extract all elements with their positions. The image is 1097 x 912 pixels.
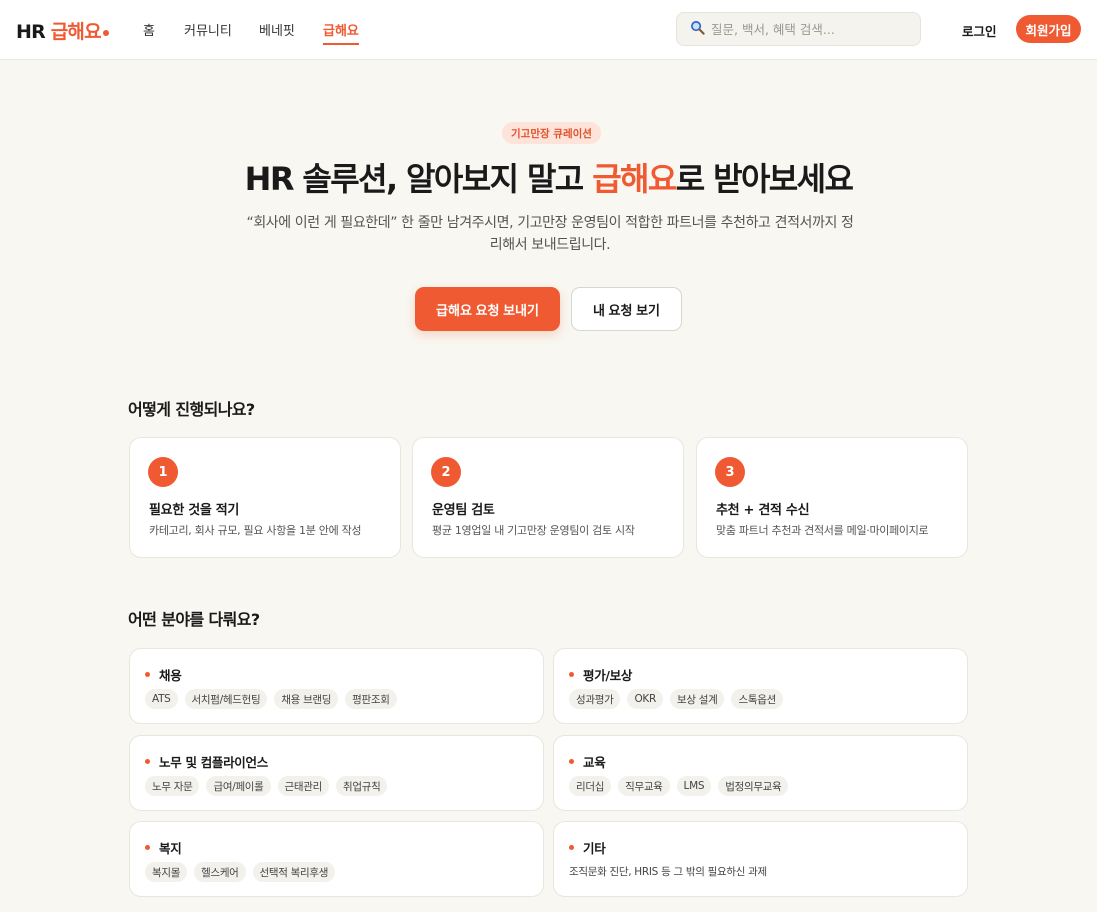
logo-prefix: HR: [16, 21, 51, 43]
bullet-dot-icon: [145, 845, 150, 850]
area-card-recruiting[interactable]: 채용 ATS 서치펌/헤드헌팅 채용 브랜딩 평판조회: [129, 648, 544, 724]
nav-urgent[interactable]: 급해요: [323, 20, 359, 45]
hero-description: “회사에 이런 게 필요한데” 한 줄만 남겨주시면, 기고만장 운영팀이 적합…: [246, 215, 854, 253]
logo-dot-icon: [102, 30, 109, 36]
step-card: 1 필요한 것을 적기 카테고리, 회사 규모, 필요 사항을 1분 안에 작성: [129, 437, 401, 558]
area-title: 평가/보상: [583, 668, 633, 683]
bullet-dot-icon: [569, 672, 574, 677]
area-tag[interactable]: 노무 자문: [145, 776, 200, 796]
step-description: 평균 1영업일 내 기고만장 운영팀이 검토 시작: [432, 524, 635, 537]
step-card: 3 추천 + 견적 수신 맞춤 파트너 추천과 견적서를 메일·마이페이지로: [696, 437, 968, 558]
area-tag[interactable]: 직무교육: [618, 776, 670, 796]
area-tags: 노무 자문 급여/페이롤 근태관리 취업규칙: [145, 776, 388, 796]
area-card-education[interactable]: 교육 리더십 직무교육 LMS 법정의무교육: [553, 735, 968, 811]
area-tag[interactable]: 취업규칙: [335, 776, 388, 796]
area-tag[interactable]: LMS: [676, 776, 712, 796]
step-card: 2 운영팀 검토 평균 1영업일 내 기고만장 운영팀이 검토 시작: [412, 437, 684, 558]
area-title: 교육: [583, 755, 606, 770]
nav-benefit[interactable]: 베네핏: [259, 20, 295, 39]
area-header: 기타: [569, 838, 606, 857]
area-card-labor[interactable]: 노무 및 컴플라이언스 노무 자문 급여/페이롤 근태관리 취업규칙: [129, 735, 544, 811]
curation-badge: 기고만장 큐레이션: [502, 122, 601, 144]
step-title: 추천 + 견적 수신: [716, 503, 810, 518]
area-tags: ATS 서치펌/헤드헌팅 채용 브랜딩 평판조회: [145, 689, 397, 709]
area-tag[interactable]: 급여/페이롤: [206, 776, 271, 796]
area-tag[interactable]: 보상 설계: [670, 689, 725, 709]
area-tag[interactable]: 근태관리: [277, 776, 329, 796]
area-card-welfare[interactable]: 복지 복지몰 헬스케어 선택적 복리후생: [129, 821, 544, 897]
area-tag[interactable]: 선택적 복리후생: [252, 862, 336, 882]
area-tag[interactable]: 리더십: [569, 776, 612, 796]
area-tags: 성과평가 OKR 보상 설계 스톡옵션: [569, 689, 783, 709]
bullet-dot-icon: [145, 759, 150, 764]
area-tag[interactable]: 채용 브랜딩: [274, 689, 339, 709]
step-title: 운영팀 검토: [432, 503, 495, 518]
my-requests-button[interactable]: 내 요청 보기: [571, 287, 682, 331]
step-description: 맞춤 파트너 추천과 견적서를 메일·마이페이지로: [716, 524, 929, 537]
area-card-etc[interactable]: 기타 조직문화 진단, HRIS 등 그 밖의 필요하신 과제: [553, 821, 968, 897]
signup-button[interactable]: 회원가입: [1016, 15, 1081, 43]
step-number: 2: [431, 457, 461, 487]
hero-title-accent: 급해요: [592, 160, 677, 198]
area-tag[interactable]: 서치펌/헤드헌팅: [184, 689, 268, 709]
login-link[interactable]: 로그인: [962, 21, 997, 40]
area-header: 노무 및 컴플라이언스: [145, 752, 268, 771]
search-box[interactable]: [676, 12, 921, 46]
nav-home[interactable]: 홈: [143, 20, 155, 39]
area-tags: 복지몰 헬스케어 선택적 복리후생: [145, 862, 336, 882]
bullet-dot-icon: [569, 845, 574, 850]
area-header: 교육: [569, 752, 606, 771]
area-title: 채용: [159, 668, 182, 683]
hero-title-part: 로 받아보세요: [675, 160, 854, 198]
area-title: 노무 및 컴플라이언스: [159, 755, 268, 770]
area-tag[interactable]: 스톡옵션: [731, 689, 783, 709]
process-section-title: 어떻게 진행되나요?: [128, 400, 255, 419]
logo[interactable]: HR 급해요: [16, 17, 109, 44]
step-title: 필요한 것을 적기: [149, 503, 240, 518]
area-card-evaluation[interactable]: 평가/보상 성과평가 OKR 보상 설계 스톡옵션: [553, 648, 968, 724]
area-title: 복지: [159, 841, 182, 856]
magnifier-icon: [690, 20, 705, 39]
bullet-dot-icon: [569, 759, 574, 764]
top-header: HR 급해요 홈 커뮤니티 베네핏 급해요 로그인 회원가입: [0, 0, 1097, 60]
area-tag[interactable]: 평판조회: [345, 689, 397, 709]
hero-title-part: HR 솔루션, 알아보지 말고: [244, 160, 593, 198]
step-description: 카테고리, 회사 규모, 필요 사항을 1분 안에 작성: [149, 524, 362, 537]
area-tags: 리더십 직무교육 LMS 법정의무교육: [569, 776, 789, 796]
bullet-dot-icon: [145, 672, 150, 677]
area-header: 평가/보상: [569, 665, 632, 684]
area-tag[interactable]: OKR: [627, 689, 663, 709]
area-header: 복지: [145, 838, 182, 857]
search-input[interactable]: [711, 21, 911, 37]
area-tag[interactable]: 성과평가: [569, 689, 621, 709]
step-number: 3: [715, 457, 745, 487]
area-header: 채용: [145, 665, 182, 684]
nav-community[interactable]: 커뮤니티: [184, 20, 232, 39]
send-request-button[interactable]: 급해요 요청 보내기: [415, 287, 560, 331]
hero-title: HR 솔루션, 알아보지 말고 급해요로 받아보세요: [0, 154, 1097, 200]
area-tag[interactable]: 복지몰: [145, 862, 188, 882]
area-tag[interactable]: 법정의무교육: [718, 776, 789, 796]
areas-section-title: 어떤 분야를 다뤄요?: [128, 610, 260, 629]
area-tag[interactable]: ATS: [145, 689, 178, 709]
logo-accent: 급해요: [50, 21, 102, 43]
step-number: 1: [148, 457, 178, 487]
area-note: 조직문화 진단, HRIS 등 그 밖의 필요하신 과제: [569, 866, 767, 878]
area-title: 기타: [583, 841, 606, 856]
area-tag[interactable]: 헬스케어: [194, 862, 246, 882]
